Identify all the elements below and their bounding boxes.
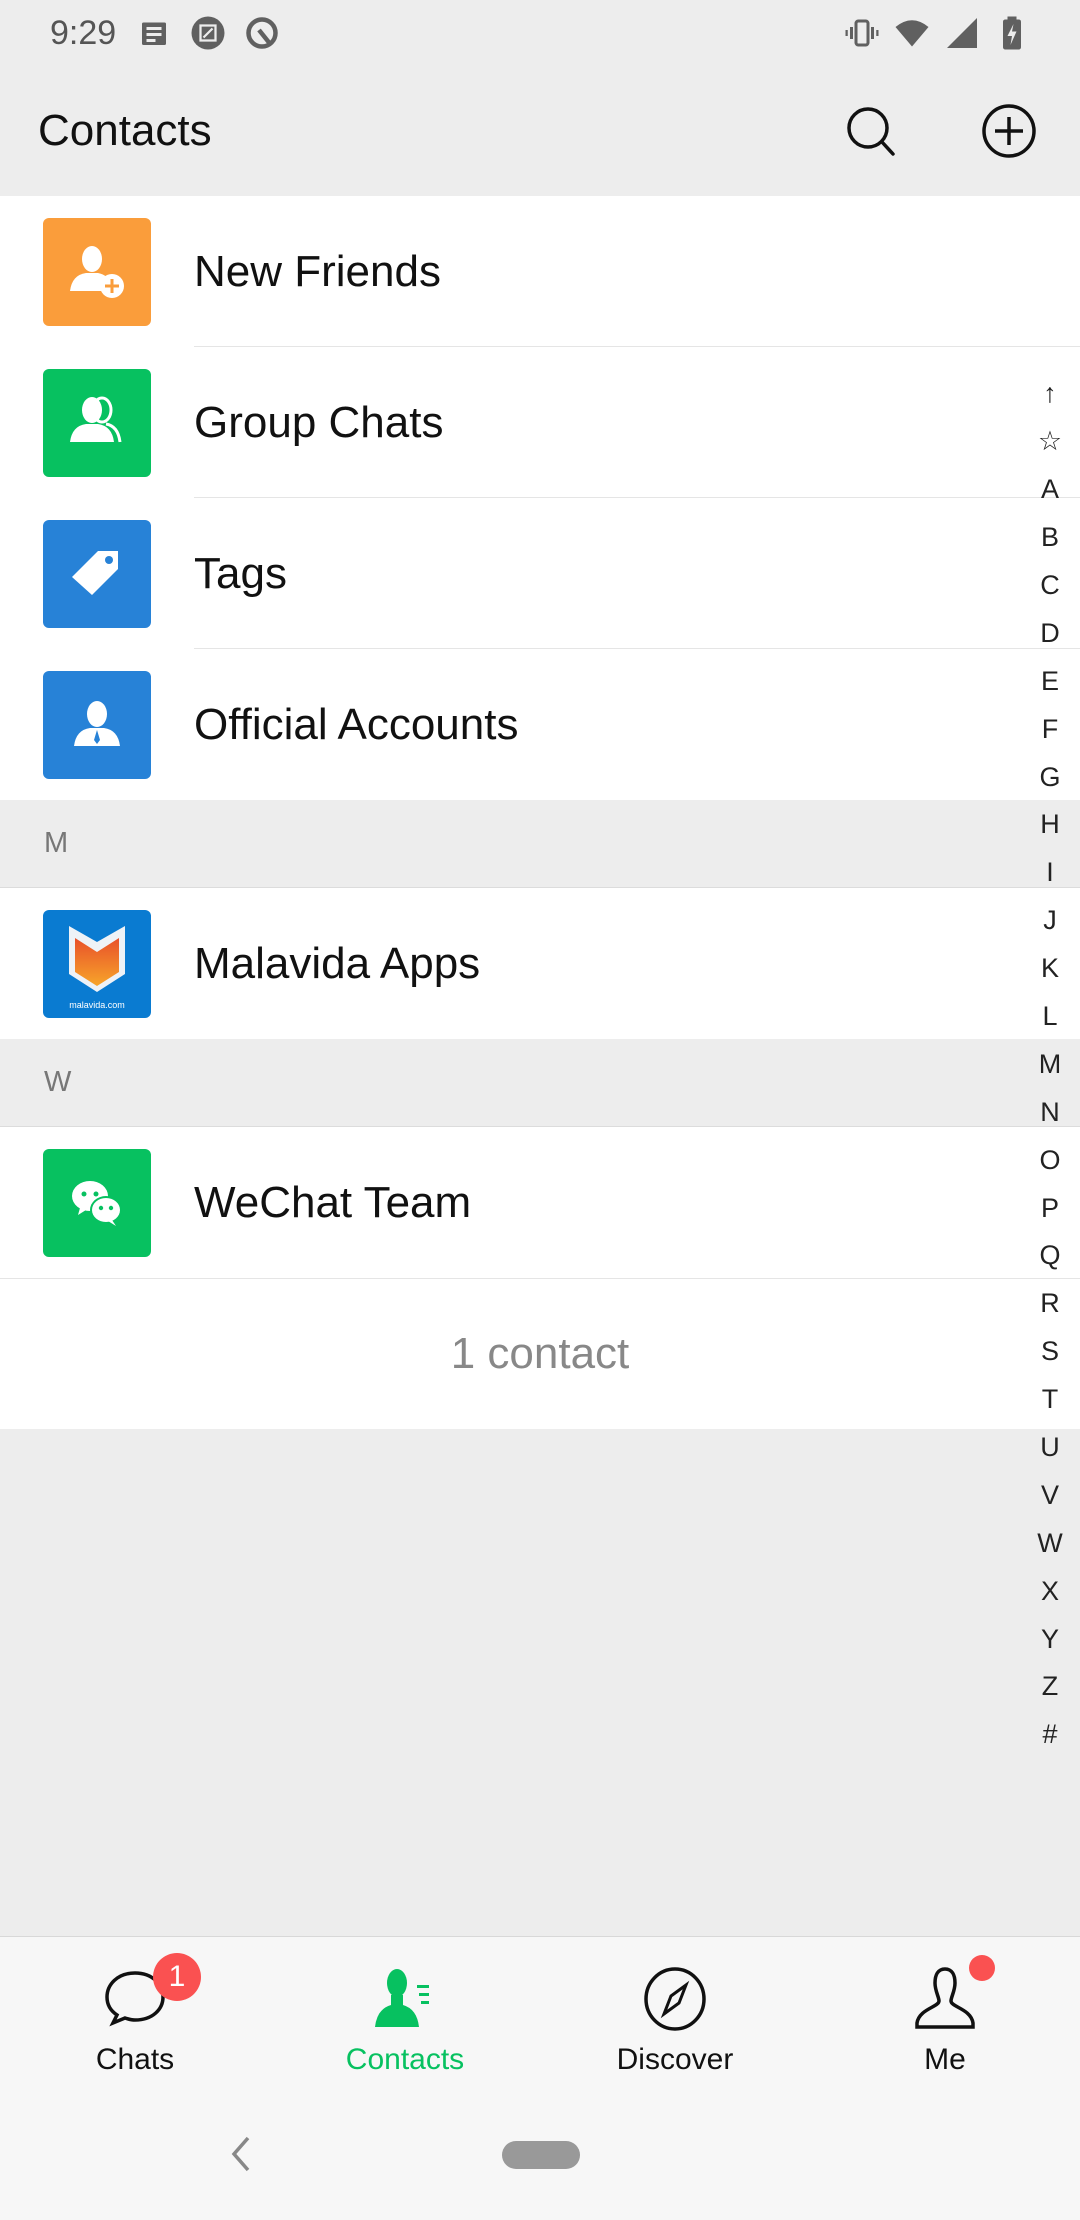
tag-icon	[72, 550, 118, 595]
tab-icon-wrap	[907, 1955, 995, 2037]
index-letter[interactable]: Q	[1020, 1232, 1080, 1280]
tab-label: Contacts	[345, 2043, 465, 2076]
contacts-icon	[375, 1969, 429, 2027]
status-time: 9:29	[50, 13, 117, 52]
index-letter[interactable]: ☆	[1020, 418, 1080, 466]
wifi-icon	[895, 20, 929, 47]
index-letter[interactable]: N	[1020, 1088, 1080, 1136]
header-actions	[842, 102, 1042, 160]
index-letter[interactable]: K	[1020, 945, 1080, 993]
shortcut-label: Group Chats	[194, 397, 444, 447]
official-account-icon	[74, 700, 120, 746]
malavida-logo-text: malavida.com	[69, 1000, 125, 1010]
back-icon[interactable]	[228, 2134, 252, 2174]
index-letter[interactable]: A	[1020, 466, 1080, 514]
index-letter[interactable]: V	[1020, 1471, 1080, 1519]
index-letter[interactable]: L	[1020, 993, 1080, 1041]
add-friend-icon	[70, 245, 124, 298]
official-accounts-avatar	[43, 670, 151, 779]
app-header: Contacts	[0, 66, 1080, 196]
status-right-icons	[844, 15, 1030, 51]
contacts-list: New Friends Group Chats Tags Official Ac…	[0, 196, 1080, 1429]
section-header-w: W	[0, 1039, 1080, 1127]
group-icon	[70, 396, 122, 442]
malavida-logo-icon: malavida.com	[69, 925, 125, 1010]
cellular-signal-icon	[947, 18, 977, 48]
contact-malavida-apps[interactable]: malavida.com Malavida Apps	[0, 888, 1080, 1039]
tab-contacts[interactable]: Contacts	[270, 1937, 540, 2086]
contact-name: WeChat Team	[194, 1177, 472, 1227]
index-letter[interactable]: P	[1020, 1184, 1080, 1232]
index-letter[interactable]: T	[1020, 1376, 1080, 1424]
vibrate-icon	[845, 19, 879, 47]
tab-label: Chats	[95, 2043, 175, 2076]
index-letter[interactable]: ↑	[1020, 370, 1080, 418]
wechat-team-avatar	[43, 1148, 151, 1257]
contact-count: 1 contact	[0, 1278, 1080, 1429]
notification-dot	[969, 1955, 995, 1981]
q-app-icon	[246, 17, 278, 49]
shortcut-label: Tags	[194, 548, 287, 598]
index-letter[interactable]: R	[1020, 1280, 1080, 1328]
shortcut-tags[interactable]: Tags	[0, 498, 1080, 649]
index-letter[interactable]: Y	[1020, 1615, 1080, 1663]
search-icon	[847, 107, 895, 156]
add-button[interactable]	[980, 102, 1038, 160]
index-letter[interactable]: B	[1020, 514, 1080, 562]
battery-charging-icon	[1003, 16, 1021, 50]
shortcut-label: New Friends	[194, 246, 441, 296]
tab-discover[interactable]: Discover	[540, 1937, 810, 2086]
tab-icon-wrap: 1	[97, 1953, 201, 2037]
index-letter[interactable]: D	[1020, 609, 1080, 657]
screenshot-edit-icon	[191, 16, 225, 50]
index-letter[interactable]: G	[1020, 753, 1080, 801]
compass-icon	[644, 1967, 706, 2031]
index-letter[interactable]: X	[1020, 1567, 1080, 1615]
news-icon	[142, 22, 167, 45]
index-letter[interactable]: U	[1020, 1424, 1080, 1472]
page-title: Contacts	[38, 106, 212, 155]
status-left-icons	[136, 15, 280, 51]
contact-wechat-team[interactable]: WeChat Team	[0, 1127, 1080, 1278]
status-bar: 9:29	[0, 0, 1080, 66]
tab-icon-wrap	[367, 1961, 443, 2037]
index-letter[interactable]: J	[1020, 897, 1080, 945]
index-letter[interactable]: Z	[1020, 1663, 1080, 1711]
alphabet-index[interactable]: ↑ ☆ A B C D E F G H I J K L M N O P Q R S T U V W X Y Z #	[1020, 370, 1080, 1759]
tags-avatar	[43, 519, 151, 628]
index-letter[interactable]: S	[1020, 1328, 1080, 1376]
tab-icon-wrap	[637, 1961, 713, 2037]
wechat-logo-icon	[72, 1180, 122, 1226]
index-letter[interactable]: C	[1020, 562, 1080, 610]
index-letter[interactable]: F	[1020, 705, 1080, 753]
contact-name: Malavida Apps	[194, 938, 481, 988]
shortcut-official-accounts[interactable]: Official Accounts	[0, 649, 1080, 800]
index-letter[interactable]: E	[1020, 657, 1080, 705]
new-friends-avatar	[43, 217, 151, 326]
search-button[interactable]	[842, 102, 900, 160]
shortcut-group-chats[interactable]: Group Chats	[0, 347, 1080, 498]
index-letter[interactable]: M	[1020, 1040, 1080, 1088]
add-circle-icon	[982, 104, 1036, 158]
unread-badge: 1	[153, 1953, 201, 2001]
system-nav-bar	[0, 2086, 1080, 2220]
shortcut-new-friends[interactable]: New Friends	[0, 196, 1080, 347]
tab-me[interactable]: Me	[810, 1937, 1080, 2086]
home-pill[interactable]	[502, 2141, 580, 2169]
tab-label: Me	[924, 2043, 966, 2076]
tab-chats[interactable]: 1 Chats	[0, 1937, 270, 2086]
bottom-tab-bar: 1 Chats Contacts Discover Me	[0, 1936, 1080, 2086]
index-letter[interactable]: W	[1020, 1519, 1080, 1567]
section-header-m: M	[0, 800, 1080, 888]
index-letter[interactable]: I	[1020, 849, 1080, 897]
index-letter[interactable]: H	[1020, 801, 1080, 849]
index-letter[interactable]: #	[1020, 1711, 1080, 1759]
tab-label: Discover	[616, 2043, 734, 2076]
group-chats-avatar	[43, 368, 151, 477]
malavida-avatar: malavida.com	[43, 909, 151, 1018]
index-letter[interactable]: O	[1020, 1136, 1080, 1184]
shortcut-label: Official Accounts	[194, 699, 519, 749]
